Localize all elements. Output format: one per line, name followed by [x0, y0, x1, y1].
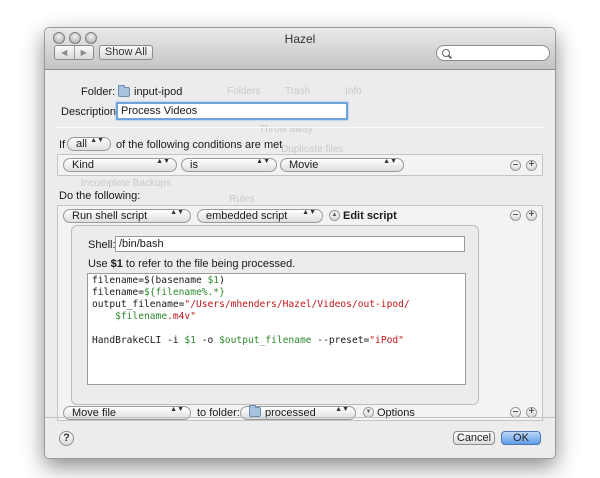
ghost-tab-folders: Folders	[227, 86, 261, 97]
folder-icon	[249, 405, 261, 417]
ghost-item: Rules	[229, 194, 255, 205]
divider	[55, 127, 543, 128]
actions-heading: Do the following:	[59, 190, 141, 202]
ghost-tab-info: Info	[345, 86, 362, 97]
condition-operator: is	[190, 159, 198, 171]
condition-attribute-popup[interactable]: Kind ▲▼	[63, 158, 177, 172]
ghost-item: Incomplete Backups	[81, 178, 172, 189]
conditions-suffix: of the following conditions are met	[116, 139, 283, 151]
script-hint: Use $1 to refer to the file being proces…	[88, 258, 296, 270]
popup-arrows-icon: ▲▼	[90, 137, 104, 144]
condition-operator-popup[interactable]: is ▲▼	[181, 158, 277, 172]
folder-name: input-ipod	[134, 86, 183, 98]
shell-input[interactable]: /bin/bash	[115, 236, 465, 252]
condition-value: Movie	[289, 159, 319, 171]
shell-label: Shell:	[88, 239, 116, 251]
back-arrow-icon[interactable]: ◀	[55, 46, 74, 59]
show-all-button[interactable]: Show All	[99, 45, 153, 60]
script-action-value: Run shell script	[72, 210, 148, 222]
hazel-window: Hazel ◀ ▶ Show All Folders Trash Info Th…	[44, 27, 556, 459]
popup-arrows-icon: ▲▼	[335, 406, 349, 413]
add-script-action-button[interactable]: +	[526, 210, 537, 221]
popup-arrows-icon: ▲▼	[156, 158, 170, 165]
forward-arrow-icon[interactable]: ▶	[73, 46, 94, 59]
if-label: If	[59, 139, 66, 151]
script-code-editor[interactable]: filename=$(basename $1) filename=${filen…	[87, 273, 466, 385]
script-action-popup[interactable]: Run shell script ▲▼	[63, 209, 191, 223]
popup-arrows-icon: ▲▼	[302, 209, 316, 216]
popup-arrows-icon: ▲▼	[256, 158, 270, 165]
disclosure-up-icon[interactable]: ▲	[329, 210, 340, 221]
match-value: all	[76, 138, 88, 150]
add-condition-button[interactable]: +	[526, 160, 537, 171]
ghost-item: Throw away	[259, 124, 313, 135]
search-icon	[442, 49, 450, 57]
edit-script-label[interactable]: Edit script	[343, 210, 397, 222]
description-label: Description:	[61, 106, 120, 118]
ok-button[interactable]: OK	[501, 431, 541, 445]
popup-arrows-icon: ▲▼	[170, 209, 184, 216]
condition-value-popup[interactable]: Movie ▲▼	[280, 158, 404, 172]
search-field[interactable]	[436, 45, 550, 61]
condition-attribute: Kind	[72, 159, 95, 171]
ghost-tab-trash: Trash	[285, 86, 311, 97]
footer-separator	[45, 417, 555, 418]
folder-label: Folder:	[81, 86, 116, 98]
window-title: Hazel	[284, 32, 316, 46]
help-button[interactable]: ?	[59, 431, 74, 446]
nav-group: ◀ ▶	[54, 45, 94, 60]
popup-arrows-icon: ▲▼	[383, 158, 397, 165]
script-source-popup[interactable]: embedded script ▲▼	[197, 209, 323, 223]
description-input[interactable]: Process Videos	[116, 102, 348, 120]
match-popup[interactable]: all ▲▼	[67, 137, 111, 151]
remove-script-action-button[interactable]: –	[510, 210, 521, 221]
cancel-button[interactable]: Cancel	[453, 431, 495, 445]
script-source-value: embedded script	[206, 210, 288, 222]
toolbar: Hazel ◀ ▶ Show All	[45, 28, 555, 70]
folder-icon	[118, 85, 130, 97]
popup-arrows-icon: ▲▼	[170, 406, 184, 413]
remove-condition-button[interactable]: –	[510, 160, 521, 171]
